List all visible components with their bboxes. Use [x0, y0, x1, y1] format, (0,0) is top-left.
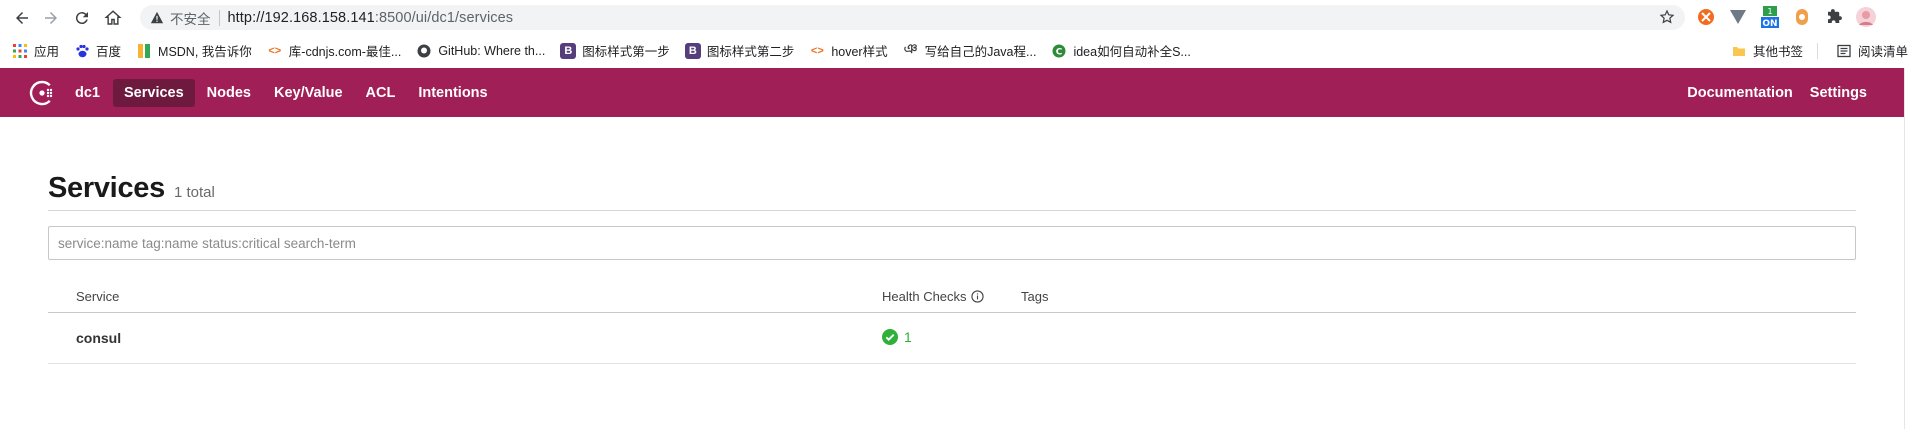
- bookmark-icon-style-2[interactable]: B 图标样式第二步: [684, 41, 795, 60]
- apps-grid-icon: [12, 43, 28, 59]
- check-circle-icon: [882, 329, 898, 345]
- table-row[interactable]: consul 1: [48, 313, 1856, 364]
- bookmark-label: MSDN, 我告诉你: [158, 45, 252, 59]
- bookmark-label: 应用: [34, 45, 60, 59]
- code-brackets-icon: <>: [810, 44, 824, 57]
- nav-settings[interactable]: Settings: [1810, 79, 1867, 107]
- bookmark-msdn[interactable]: MSDN, 我告诉你: [136, 41, 252, 60]
- address-bar[interactable]: 不安全 http://192.168.158.141:8500/ui/dc1/s…: [140, 5, 1685, 30]
- nav-nodes[interactable]: Nodes: [196, 79, 262, 107]
- main-nav: Services Nodes Key/Value ACL Intentions: [113, 78, 500, 107]
- service-name-link[interactable]: consul: [76, 330, 121, 346]
- column-header-service[interactable]: Service: [76, 289, 119, 304]
- bookmark-label: GitHub: Where th...: [438, 43, 546, 58]
- title-divider: [48, 210, 1856, 211]
- bookmarks-right: 其他书签 阅读清单: [1713, 35, 1908, 66]
- bookmark-icon-style-1[interactable]: B 图标样式第一步: [560, 41, 670, 60]
- search-input[interactable]: [48, 226, 1856, 260]
- secondary-nav: Documentation Settings: [1671, 68, 1868, 117]
- warning-triangle-icon: [150, 11, 164, 23]
- nav-services[interactable]: Services: [113, 78, 195, 107]
- consul-logo-icon[interactable]: [22, 73, 62, 113]
- forward-button[interactable]: [38, 5, 64, 31]
- bookmark-cdnjs[interactable]: <> 库-cdnjs.com-最佳...: [267, 41, 402, 60]
- bookmark-label: 图标样式第一步: [582, 45, 670, 59]
- table-header: Service Health Checks Tags: [48, 280, 1856, 313]
- url-path: :8500/ui/dc1/services: [374, 9, 514, 26]
- nav-intentions[interactable]: Intentions: [407, 79, 498, 107]
- health-header-label: Health Checks: [882, 289, 967, 304]
- health-passing: 1: [882, 329, 912, 345]
- extension-vue-icon[interactable]: [1727, 6, 1749, 28]
- msdn-icon: [136, 43, 152, 59]
- bookmark-baidu[interactable]: 百度: [74, 41, 121, 60]
- page-title: Services: [48, 172, 165, 204]
- bookmark-github[interactable]: GitHub: Where th...: [416, 43, 545, 59]
- script-icon: ঞ: [903, 41, 918, 56]
- nav-documentation[interactable]: Documentation: [1687, 79, 1793, 107]
- service-count: 1 total: [173, 184, 215, 201]
- home-icon: [104, 9, 122, 25]
- extension-on-icon[interactable]: ON 1: [1759, 6, 1781, 28]
- bookmark-java[interactable]: ঞ 写给自己的Java程...: [903, 41, 1037, 60]
- folder-icon: [1731, 43, 1747, 59]
- extension-capsule-icon[interactable]: [1791, 6, 1813, 28]
- bookmark-label: 其他书签: [1752, 45, 1803, 59]
- svg-text:1: 1: [1767, 7, 1772, 16]
- baidu-paw-icon: [74, 43, 90, 59]
- arrow-right-icon: [45, 11, 57, 24]
- info-icon[interactable]: [970, 290, 984, 303]
- bookmarks-bar: 应用 百度 MSDN, 我告诉你 <> 库-cdnjs.com-最佳... Gi…: [0, 35, 1920, 66]
- bookmark-label: idea如何自动补全S...: [1073, 45, 1191, 59]
- reading-list-icon: [1836, 43, 1852, 59]
- column-header-health[interactable]: Health Checks: [882, 289, 984, 304]
- omnibox-divider: [218, 9, 220, 26]
- datacenter-selector[interactable]: dc1: [75, 85, 100, 101]
- reload-button[interactable]: [69, 5, 95, 31]
- security-label: 不安全: [170, 11, 211, 27]
- consul-header: dc1 Services Nodes Key/Value ACL Intenti…: [0, 68, 1904, 117]
- home-button[interactable]: [100, 5, 126, 31]
- passing-count: 1: [904, 329, 912, 345]
- back-button[interactable]: [9, 5, 35, 31]
- svg-text:ON: ON: [1762, 19, 1777, 28]
- github-icon: [416, 43, 432, 59]
- star-bookmark-icon[interactable]: [1659, 9, 1675, 25]
- arrow-left-icon: [16, 11, 28, 24]
- page-scrollbar[interactable]: [1904, 68, 1920, 429]
- bookmark-apps[interactable]: 应用: [12, 41, 59, 60]
- browser-toolbar: 不安全 http://192.168.158.141:8500/ui/dc1/s…: [0, 0, 1920, 35]
- bookmark-reading-list[interactable]: 阅读清单: [1836, 41, 1908, 60]
- url-text: http://192.168.158.141:8500/ui/dc1/servi…: [228, 10, 514, 26]
- extensions-area: ON 1: [1695, 6, 1877, 28]
- puzzle-extensions-icon[interactable]: [1823, 6, 1845, 28]
- page-header: Services 1 total: [48, 172, 215, 205]
- profile-avatar-icon[interactable]: [1855, 6, 1877, 28]
- url-host: http://192.168.158.141: [227, 9, 375, 26]
- bookmark-label: 库-cdnjs.com-最佳...: [288, 45, 402, 59]
- column-header-tags: Tags: [1021, 289, 1049, 304]
- services-table: Service Health Checks Tags consul 1: [48, 280, 1856, 364]
- bookmark-label: 写给自己的Java程...: [924, 45, 1037, 59]
- svg-text:C: C: [1056, 47, 1063, 57]
- code-brackets-icon: <>: [268, 44, 282, 57]
- bookmark-idea[interactable]: C idea如何自动补全S...: [1051, 41, 1191, 60]
- bookmark-other-folder[interactable]: 其他书签: [1731, 41, 1803, 60]
- nav-acl[interactable]: ACL: [355, 79, 407, 107]
- bookmark-label: 阅读清单: [1857, 45, 1908, 59]
- bootstrap-icon: B: [560, 42, 577, 59]
- nav-key-value[interactable]: Key/Value: [263, 79, 354, 107]
- extension-orange-icon[interactable]: [1695, 6, 1717, 28]
- bookmarks-divider: [1816, 42, 1818, 59]
- idea-icon: C: [1051, 43, 1067, 59]
- reload-icon: [75, 11, 88, 24]
- bookmark-label: 百度: [96, 45, 122, 59]
- bookmark-label: 图标样式第二步: [706, 45, 795, 59]
- bootstrap-icon: B: [684, 42, 701, 59]
- bookmark-label: hover样式: [831, 45, 888, 59]
- bookmark-hover[interactable]: <> hover样式: [809, 41, 888, 60]
